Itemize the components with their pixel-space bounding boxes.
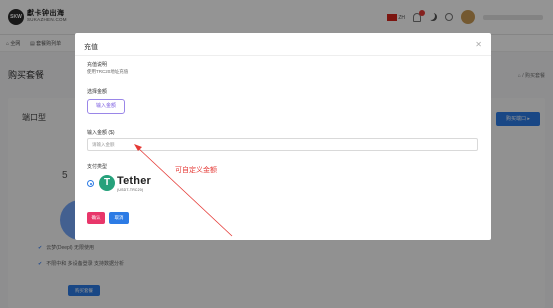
amount-option-custom[interactable]: 输入金额 [87,99,125,114]
payment-subtitle: (USDT-TRC20) [117,188,144,192]
annotation-label: 可自定义金额 [175,167,217,174]
recharge-note-text: 使用TRC20地址充值 [87,69,129,74]
dialog-divider [75,55,491,56]
amount-input[interactable] [87,138,478,151]
recharge-note-label: 充值说明 [87,62,108,68]
payment-radio[interactable] [87,180,94,187]
tether-logo-icon: T [99,175,115,191]
payment-type-label: 支付类型 [87,164,108,170]
close-icon[interactable]: ✕ [475,40,482,49]
select-amount-label: 选择金额 [87,89,108,95]
dialog-title: 充值 [84,44,98,51]
payment-name: Tether [117,175,152,187]
cancel-button[interactable]: 取消 [109,212,129,224]
input-amount-label: 输入金额 ($) [87,130,115,136]
confirm-button[interactable]: 确认 [87,212,105,224]
recharge-dialog: 充值 ✕ 充值说明 使用TRC20地址充值 选择金额 输入金额 输入金额 ($)… [75,33,491,240]
